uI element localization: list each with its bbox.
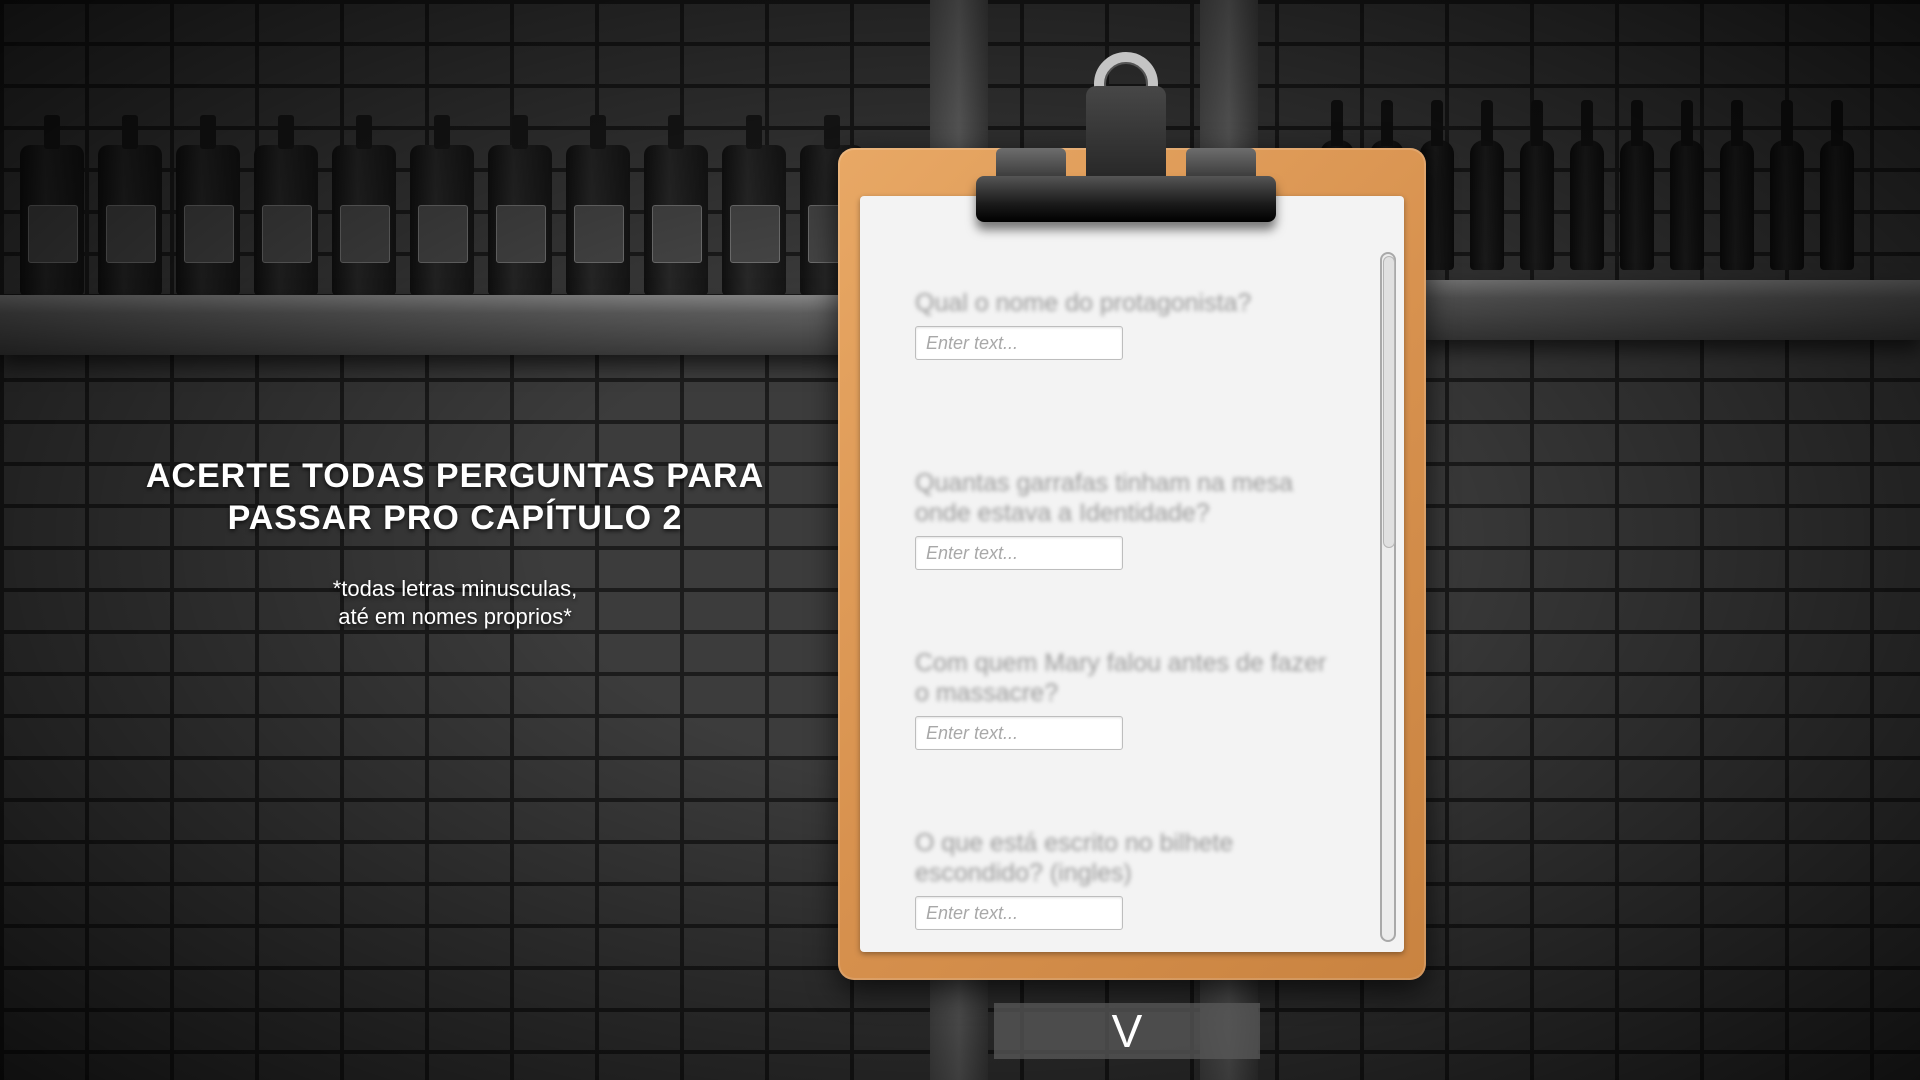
question-4: O que está escrito no bilhete escondido?… bbox=[915, 828, 1335, 930]
scrollbar-thumb[interactable] bbox=[1383, 256, 1395, 548]
question-1: Qual o nome do protagonista? bbox=[915, 288, 1335, 360]
note-line-1: *todas letras minusculas, bbox=[332, 576, 578, 601]
scrollbar[interactable] bbox=[1380, 252, 1396, 942]
answer-input[interactable] bbox=[915, 896, 1123, 930]
clip-bar bbox=[976, 176, 1276, 222]
question-label: Com quem Mary falou antes de fazer o mas… bbox=[915, 649, 1327, 707]
instructions-panel: ACERTE TODAS PERGUNTAS PARA PASSAR PRO C… bbox=[100, 455, 810, 631]
question-label: Quantas garrafas tinham na mesa onde est… bbox=[915, 469, 1293, 527]
answer-input[interactable] bbox=[915, 326, 1123, 360]
instructions-title: ACERTE TODAS PERGUNTAS PARA PASSAR PRO C… bbox=[100, 455, 810, 539]
clipboard-clip bbox=[976, 52, 1276, 236]
note-line-2: até em nomes proprios* bbox=[338, 604, 572, 629]
clipboard: Qual o nome do protagonista? Quantas gar… bbox=[838, 52, 1426, 980]
answer-input[interactable] bbox=[915, 536, 1123, 570]
question-2: Quantas garrafas tinham na mesa onde est… bbox=[915, 468, 1335, 570]
quiz-paper: Qual o nome do protagonista? Quantas gar… bbox=[860, 196, 1404, 952]
question-label: Qual o nome do protagonista? bbox=[915, 289, 1252, 317]
question-3: Com quem Mary falou antes de fazer o mas… bbox=[915, 648, 1335, 750]
answer-input[interactable] bbox=[915, 716, 1123, 750]
instructions-note: *todas letras minusculas, até em nomes p… bbox=[100, 575, 810, 631]
question-label: O que está escrito no bilhete escondido?… bbox=[915, 829, 1234, 887]
title-line-1: ACERTE TODAS PERGUNTAS PARA bbox=[145, 457, 765, 495]
title-line-2: PASSAR PRO CAPÍTULO 2 bbox=[227, 499, 683, 537]
submit-button[interactable]: V bbox=[994, 1003, 1260, 1059]
